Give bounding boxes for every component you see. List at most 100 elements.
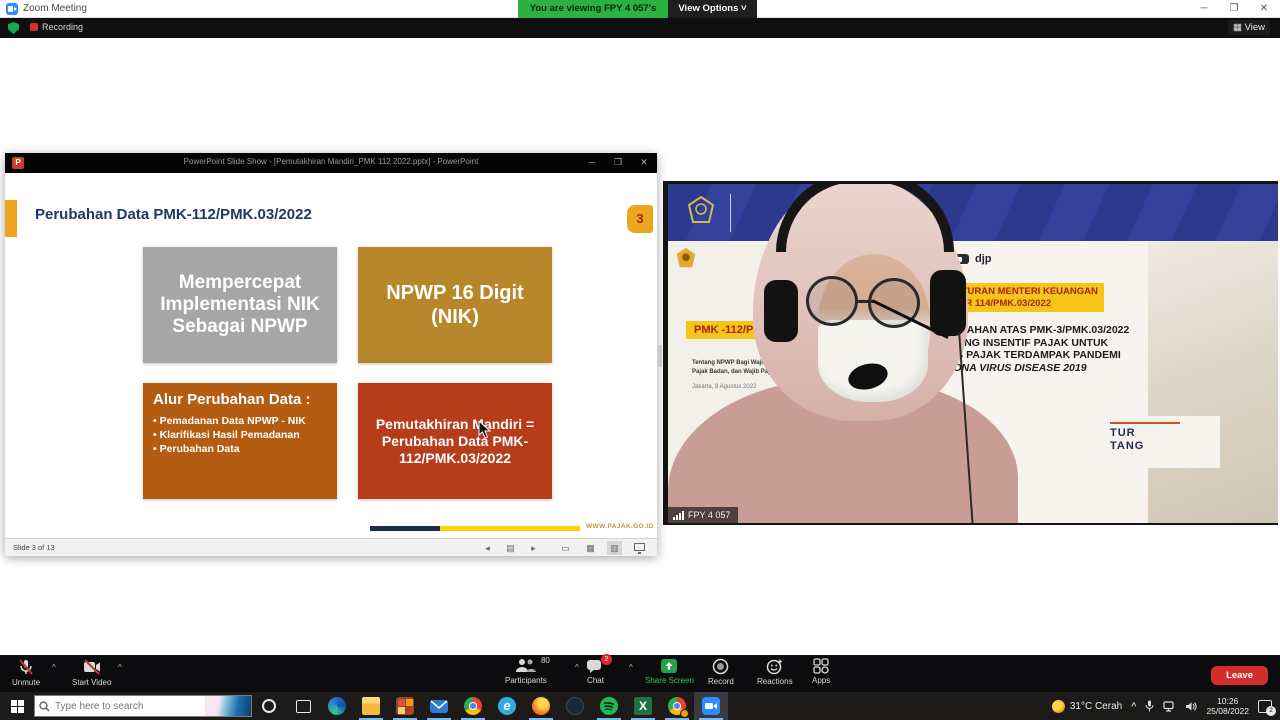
headphone-right-cup xyxy=(930,270,966,336)
participants-caret[interactable]: ^ xyxy=(575,663,579,672)
chat-unread-badge: 2 xyxy=(601,654,612,665)
tray-volume-icon[interactable] xyxy=(1185,701,1197,712)
file-explorer-button[interactable] xyxy=(354,692,388,720)
mail-app-button[interactable] xyxy=(422,692,456,720)
slideshow-view-button[interactable] xyxy=(634,543,645,551)
participants-count: 80 xyxy=(541,656,550,665)
spotify-button[interactable] xyxy=(592,692,626,720)
search-icon xyxy=(39,701,50,712)
close-button[interactable]: ✕ xyxy=(1250,0,1278,18)
slide-box-gray: Mempercepat Implementasi NIK Sebagai NPW… xyxy=(143,247,337,363)
maximize-button[interactable]: ❐ xyxy=(1220,0,1248,18)
dark-app-button[interactable] xyxy=(558,692,592,720)
colored-grid-app-button[interactable] xyxy=(388,692,422,720)
chrome-button[interactable] xyxy=(456,692,490,720)
taskbar-clock[interactable]: 10:26 25/08/2022 xyxy=(1206,696,1249,716)
slide-accent-bar xyxy=(5,200,17,237)
apps-button[interactable]: Apps xyxy=(812,658,830,685)
previous-slide-button[interactable]: ◂ xyxy=(480,541,495,555)
annotation-menu-button[interactable]: ▤ xyxy=(503,541,518,555)
action-center-button[interactable]: 2 xyxy=(1258,700,1272,713)
search-input[interactable] xyxy=(55,701,185,712)
view-options-button[interactable]: View Options ˅ xyxy=(668,0,757,18)
excel-icon: X xyxy=(634,697,652,715)
start-video-button[interactable]: Start Video xyxy=(72,658,111,687)
slide-progress-navy xyxy=(370,526,440,531)
record-icon xyxy=(712,658,729,675)
chat-button[interactable]: 2 Chat xyxy=(586,658,605,685)
zoom-taskbar-icon xyxy=(702,697,720,715)
reactions-button[interactable]: Reactions xyxy=(757,658,793,686)
app-title: Zoom Meeting xyxy=(23,3,87,14)
participants-icon xyxy=(515,658,537,674)
ppt-maximize-button[interactable]: ❐ xyxy=(605,153,631,173)
ppt-minimize-button[interactable]: ─ xyxy=(579,153,605,173)
chrome-alert-icon xyxy=(668,697,686,715)
minimize-button[interactable]: ─ xyxy=(1190,0,1218,18)
slide-box-orange: Alur Perubahan Data : Pemadanan Data NPW… xyxy=(143,383,337,499)
slide-number-badge: 3 xyxy=(627,205,653,233)
record-button[interactable]: Record xyxy=(708,658,734,686)
firefox-button[interactable] xyxy=(524,692,558,720)
participants-button[interactable]: 80 Participants xyxy=(505,658,547,685)
share-screen-icon xyxy=(660,658,678,674)
slide-canvas: Perubahan Data PMK-112/PMK.03/2022 3 Mem… xyxy=(5,173,657,538)
task-view-icon xyxy=(296,700,311,713)
pmk-112-subtext: Pajak Badan, dan Wajib Pajak xyxy=(692,368,776,376)
tray-network-icon[interactable] xyxy=(1163,701,1176,712)
zoom-app-icon xyxy=(6,3,18,15)
notification-badge: 2 xyxy=(1266,706,1276,716)
search-decoration xyxy=(205,696,251,716)
normal-view-button[interactable]: ▭ xyxy=(558,541,573,555)
view-layout-button[interactable]: ▦ View xyxy=(1228,20,1270,35)
zoom-taskbar-button[interactable] xyxy=(694,692,728,720)
next-slide-button[interactable]: ▸ xyxy=(526,541,541,555)
windows-logo-icon xyxy=(11,700,24,713)
slide-progress-yellow xyxy=(440,526,580,531)
reading-view-button[interactable]: ▥ xyxy=(607,541,622,555)
cortana-button[interactable] xyxy=(252,692,286,720)
mail-icon xyxy=(430,700,448,713)
mouse-cursor-icon xyxy=(478,421,492,439)
powerpoint-titlebar[interactable]: P PowerPoint Slide Show - [Pemutakhiran … xyxy=(5,153,657,173)
weather-widget[interactable]: 31°C Cerah xyxy=(1052,700,1122,713)
unmute-button[interactable]: Unmute xyxy=(12,658,40,687)
excel-button[interactable]: X xyxy=(626,692,660,720)
box3-bullet: Perubahan Data xyxy=(153,442,327,456)
signal-bars-icon xyxy=(673,511,684,520)
leave-button[interactable]: Leave xyxy=(1211,666,1268,685)
headphone-band xyxy=(776,181,954,252)
powerpoint-window: P PowerPoint Slide Show - [Pemutakhiran … xyxy=(5,153,657,556)
weather-icon xyxy=(1052,700,1065,713)
internet-explorer-button[interactable]: e xyxy=(490,692,524,720)
windows-taskbar: e X 31°C Cerah ^ xyxy=(0,692,1280,720)
box3-bullet: Pemadanan Data NPWP - NIK xyxy=(153,414,327,428)
pane-resize-handle[interactable] xyxy=(658,345,662,367)
start-button[interactable] xyxy=(0,692,34,720)
ppt-close-button[interactable]: ✕ xyxy=(631,153,657,173)
task-view-button[interactable] xyxy=(286,692,320,720)
taskbar-search[interactable] xyxy=(34,695,252,717)
system-tray: 31°C Cerah ^ 10:26 25/08/2022 2 xyxy=(1052,696,1280,716)
apps-icon xyxy=(813,658,829,674)
tray-overflow-chevron[interactable]: ^ xyxy=(1131,701,1136,711)
share-screen-button[interactable]: Share Screen xyxy=(645,658,694,685)
chat-caret[interactable]: ^ xyxy=(629,663,633,672)
zoom-window-titlebar: Zoom Meeting You are viewing FPY 4 057's… xyxy=(0,0,1280,18)
powerpoint-window-title: PowerPoint Slide Show - [Pemutakhiran Ma… xyxy=(5,157,657,166)
slide-box-gold: NPWP 16 Digit (NIK) xyxy=(358,247,552,363)
colored-grid-app-icon xyxy=(396,697,414,715)
edge-taskbar-button[interactable] xyxy=(320,692,354,720)
tray-mic-icon[interactable] xyxy=(1145,700,1154,712)
chrome-profile2-button[interactable] xyxy=(660,692,694,720)
file-explorer-icon xyxy=(362,697,380,715)
encryption-shield-icon[interactable] xyxy=(8,22,19,34)
slide-sorter-view-button[interactable]: ▦ xyxy=(583,541,598,555)
audio-options-caret[interactable]: ^ xyxy=(52,663,56,672)
slide-title: Perubahan Data PMK-112/PMK.03/2022 xyxy=(35,206,312,223)
kemenkeu-logo xyxy=(688,196,714,224)
firefox-icon xyxy=(532,697,550,715)
video-options-caret[interactable]: ^ xyxy=(118,663,122,672)
face-mask xyxy=(818,320,928,402)
viewing-screen-banner: You are viewing FPY 4 057's screen xyxy=(518,0,668,18)
